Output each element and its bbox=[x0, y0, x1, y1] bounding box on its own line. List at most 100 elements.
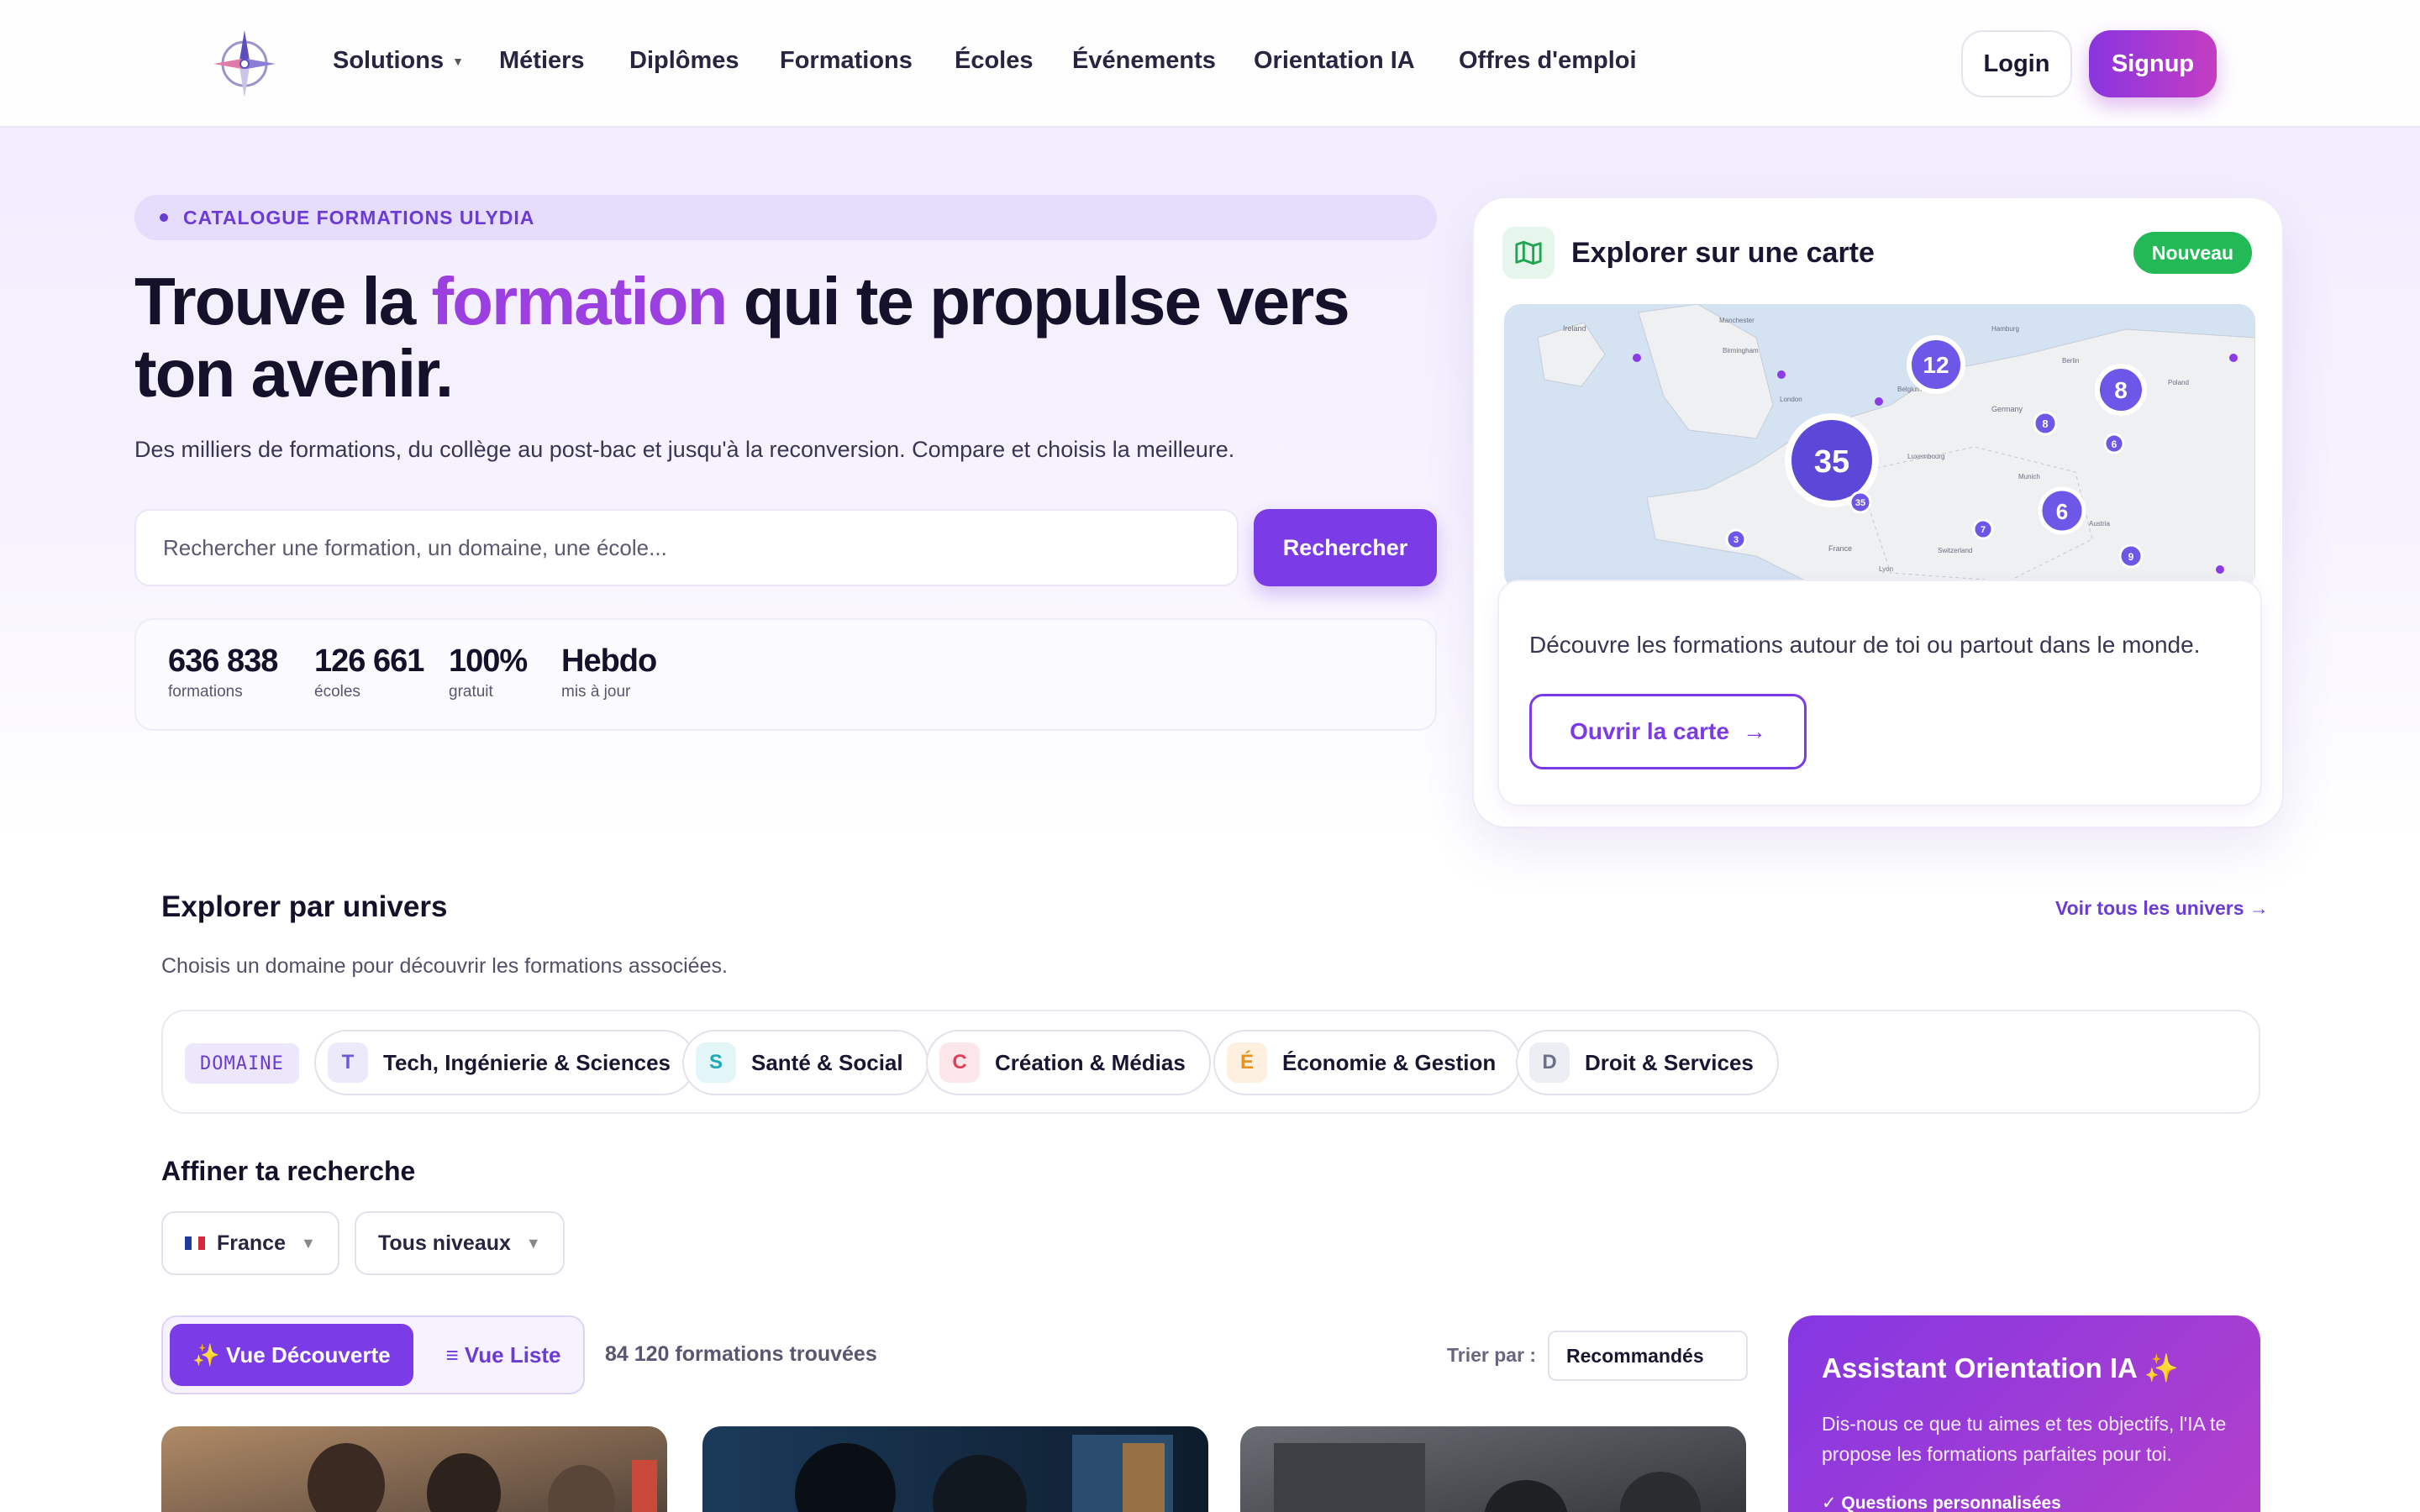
france-flag-icon bbox=[185, 1236, 205, 1250]
hero-title-accent: formation bbox=[431, 264, 728, 339]
map-cta-panel: Découvre les formations autour de toi ou… bbox=[1497, 580, 2262, 806]
map-cluster-label: 35 bbox=[1855, 498, 1865, 508]
map-place-label: Ireland bbox=[1563, 324, 1586, 333]
domain-letter-icon: C bbox=[939, 1042, 980, 1083]
map-place-label: Manchester bbox=[1719, 317, 1754, 324]
nav-metiers[interactable]: Métiers bbox=[499, 47, 585, 75]
signup-button[interactable]: Signup bbox=[2089, 30, 2217, 97]
map-icon bbox=[1502, 227, 1555, 279]
map-cluster-label: 6 bbox=[2112, 438, 2118, 450]
nav-formations[interactable]: Formations bbox=[780, 47, 913, 75]
stat-ecoles: 126 661 écoles bbox=[314, 643, 424, 701]
catalogue-pill: CATALOGUE FORMATIONS ULYDIA bbox=[134, 195, 1437, 240]
ai-assistant-card[interactable]: Assistant Orientation IA ✨ Dis-nous ce q… bbox=[1788, 1315, 2260, 1512]
domain-letter-icon: É bbox=[1227, 1042, 1267, 1083]
stat-label: écoles bbox=[314, 683, 360, 701]
domain-letter-icon: T bbox=[328, 1042, 368, 1083]
nav-evenements[interactable]: Événements bbox=[1072, 47, 1216, 75]
map-place-label: Austria bbox=[2089, 520, 2110, 528]
sort-label: Trier par : bbox=[1447, 1344, 1537, 1366]
univers-subtitle: Choisis un domaine pour découvrir les fo… bbox=[161, 954, 728, 978]
open-map-button[interactable]: Ouvrir la carte → bbox=[1529, 694, 1807, 769]
stat-formations: 636 838 formations bbox=[168, 643, 278, 701]
nav-orientation-ia[interactable]: Orientation IA bbox=[1254, 47, 1415, 75]
domain-chip-label: Économie & Gestion bbox=[1282, 1049, 1497, 1075]
formation-card-image[interactable] bbox=[161, 1426, 667, 1512]
see-all-univers-link[interactable]: Voir tous les univers → bbox=[2055, 897, 2269, 920]
arrow-right-icon: → bbox=[1742, 718, 1766, 744]
assistant-title: Assistant Orientation IA ✨ bbox=[1822, 1352, 2179, 1383]
level-select[interactable]: Tous niveaux ▼ bbox=[355, 1211, 565, 1275]
hero-title: Trouve la formation qui te propulse vers… bbox=[134, 265, 1445, 410]
map-title: Explorer sur une carte bbox=[1571, 237, 1875, 269]
filters-title: Affiner ta recherche bbox=[161, 1156, 416, 1186]
map-cluster-label: 12 bbox=[1923, 352, 1949, 378]
map-place-label: Hamburg bbox=[1991, 325, 2019, 333]
sort-select[interactable]: Recommandés bbox=[1548, 1331, 1748, 1381]
top-navbar: Solutions ▼ Métiers Diplômes Formations É… bbox=[0, 0, 2420, 128]
domain-letter-icon: S bbox=[696, 1042, 736, 1083]
map-place-label: Munich bbox=[2018, 473, 2040, 480]
nav-diplomes[interactable]: Diplômes bbox=[629, 47, 739, 75]
nav-solutions[interactable]: Solutions ▼ bbox=[333, 47, 464, 75]
hero-title-start: Trouve la bbox=[134, 264, 432, 339]
assistant-description: Dis-nous ce que tu aimes et tes objectif… bbox=[1822, 1413, 2227, 1465]
domain-chip-creation[interactable]: C Création & Médias bbox=[926, 1030, 1211, 1095]
domain-chip-tech[interactable]: T Tech, Ingénierie & Sciences bbox=[314, 1030, 696, 1095]
domain-chip-label: Santé & Social bbox=[751, 1049, 903, 1075]
hero-subtitle: Des milliers de formations, du collège a… bbox=[134, 437, 1235, 462]
stat-label: mis à jour bbox=[561, 683, 631, 701]
map-place-label: Luxembourg bbox=[1907, 453, 1944, 460]
new-badge: Nouveau bbox=[2133, 232, 2252, 274]
map-cluster-label: 8 bbox=[2042, 417, 2048, 430]
formation-card-image[interactable] bbox=[702, 1426, 1208, 1512]
map-place-label: Berlin bbox=[2062, 357, 2079, 365]
map-card: Explorer sur une carte Nouveau Ireland M… bbox=[1472, 197, 2284, 828]
result-count: 84 120 formations trouvées bbox=[605, 1342, 877, 1366]
map-place-label: Lyon bbox=[1879, 565, 1893, 573]
formation-card-image[interactable] bbox=[1240, 1426, 1746, 1512]
map-cluster-label: 7 bbox=[1981, 525, 1986, 535]
search-input[interactable] bbox=[134, 509, 1239, 586]
domain-chip-label: Tech, Ingénierie & Sciences bbox=[383, 1049, 671, 1075]
pill-dot-icon bbox=[160, 213, 168, 222]
domain-chip-droit[interactable]: D Droit & Services bbox=[1516, 1030, 1779, 1095]
domain-chip-bar: DOMAINE T Tech, Ingénierie & Sciences S … bbox=[161, 1010, 2260, 1114]
stat-label: gratuit bbox=[449, 683, 493, 701]
map-cluster-label: 6 bbox=[2056, 499, 2068, 524]
stat-gratuit: 100% gratuit bbox=[449, 643, 528, 701]
univers-title: Explorer par univers bbox=[161, 890, 448, 923]
stat-mise-a-jour: Hebdo mis à jour bbox=[561, 643, 657, 701]
map-preview[interactable]: Ireland Manchester Birmingham London Ham… bbox=[1504, 304, 2255, 590]
view-discover-button[interactable]: ✨ Vue Découverte bbox=[170, 1324, 413, 1386]
map-place-label: London bbox=[1780, 396, 1802, 403]
chevron-down-icon: ▼ bbox=[525, 1234, 541, 1252]
nav-ecoles[interactable]: Écoles bbox=[955, 47, 1034, 75]
assistant-feature: ✓ Questions personnalisées bbox=[1822, 1494, 2061, 1512]
open-map-label: Ouvrir la carte bbox=[1570, 718, 1729, 744]
chevron-down-icon: ▼ bbox=[452, 55, 464, 69]
map-cluster-label: 9 bbox=[2128, 551, 2134, 563]
view-toggle: ✨ Vue Découverte ≡ Vue Liste bbox=[161, 1315, 585, 1394]
pill-label: CATALOGUE FORMATIONS ULYDIA bbox=[183, 206, 535, 228]
map-cluster-label: 35 bbox=[1814, 444, 1849, 480]
login-button[interactable]: Login bbox=[1961, 30, 2072, 97]
search-button[interactable]: Rechercher bbox=[1254, 509, 1437, 586]
chevron-down-icon: ▼ bbox=[300, 1234, 316, 1252]
domain-chip-sante[interactable]: S Santé & Social bbox=[682, 1030, 929, 1095]
domain-chip-label: Droit & Services bbox=[1585, 1049, 1754, 1075]
level-value: Tous niveaux bbox=[378, 1231, 511, 1255]
domain-chip-economie[interactable]: É Économie & Gestion bbox=[1213, 1030, 1522, 1095]
stats-panel: 636 838 formations 126 661 écoles 100% g… bbox=[134, 618, 1437, 731]
country-select[interactable]: France ▼ bbox=[161, 1211, 339, 1275]
domain-label: DOMAINE bbox=[185, 1043, 299, 1084]
stat-value: 636 838 bbox=[168, 643, 278, 679]
nav-offres-emploi[interactable]: Offres d'emploi bbox=[1459, 47, 1637, 75]
stat-value: 126 661 bbox=[314, 643, 424, 679]
map-place-label: Birmingham bbox=[1723, 347, 1759, 354]
compass-logo-icon[interactable] bbox=[207, 24, 282, 104]
map-description: Découvre les formations autour de toi ou… bbox=[1529, 632, 2201, 658]
view-list-button[interactable]: ≡ Vue Liste bbox=[432, 1324, 575, 1386]
country-value: France bbox=[217, 1231, 286, 1255]
map-place-label: Switzerland bbox=[1938, 547, 1972, 554]
